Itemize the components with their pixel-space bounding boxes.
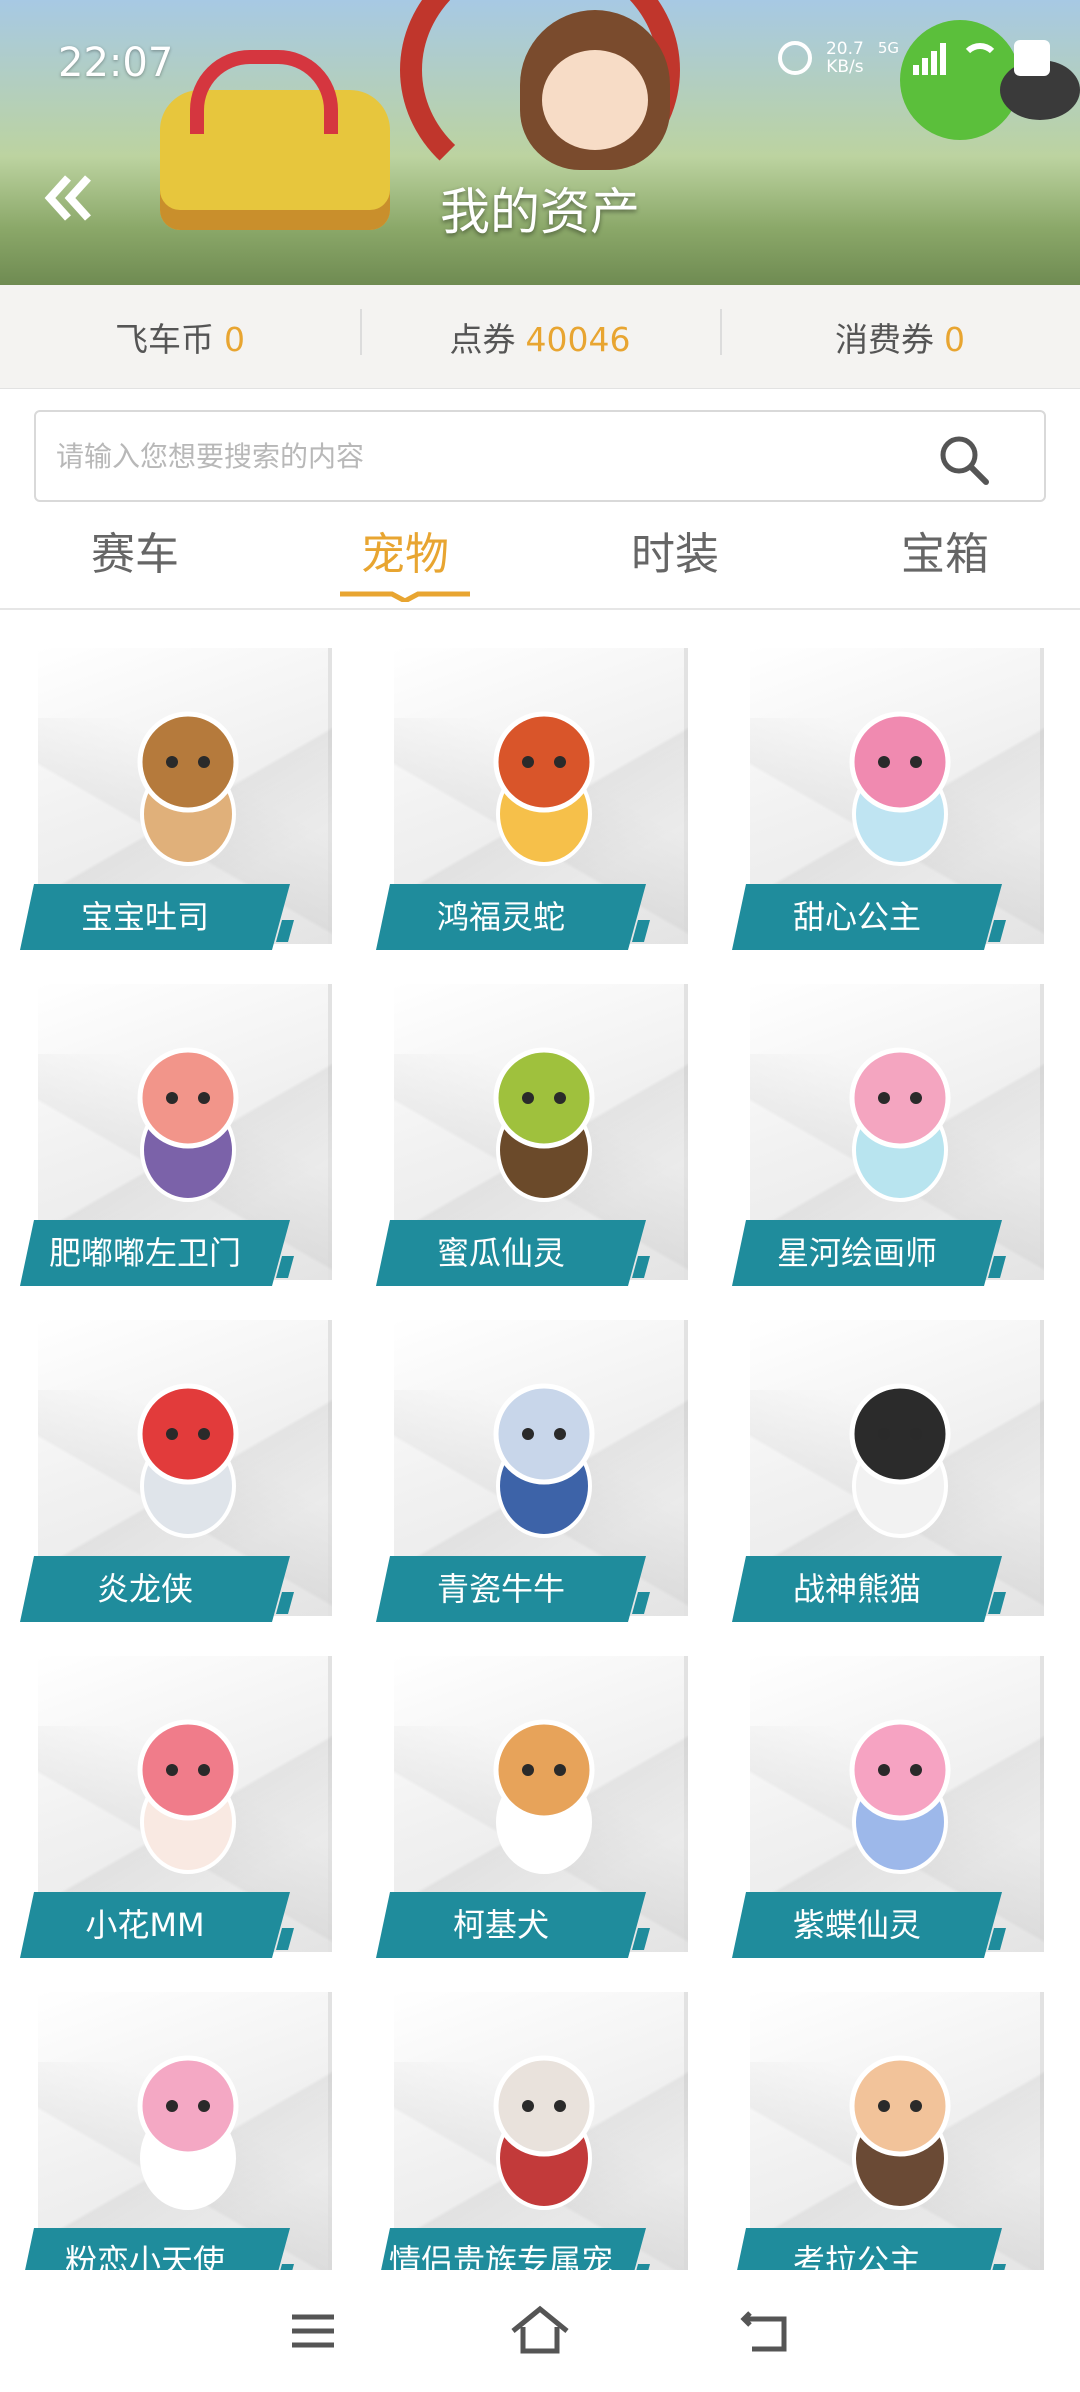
flame-hero-icon	[137, 1383, 239, 1538]
melon-sprite-icon	[493, 1047, 595, 1202]
pet-card[interactable]: 考拉公主	[732, 1992, 1044, 2302]
battery-icon	[1014, 40, 1050, 76]
pet-card[interactable]: 柯基犬	[376, 1656, 688, 1966]
butterfly-fairy-icon	[849, 1719, 951, 1874]
network-speed: 20.7 KB/s	[826, 40, 864, 76]
header-banner: 22:07 20.7 KB/s 5G 我的资产	[0, 0, 1080, 285]
pet-name: 战神熊猫	[732, 1556, 1002, 1622]
pet-name: 炎龙侠	[20, 1556, 290, 1622]
pet-card[interactable]: 蜜瓜仙灵	[376, 984, 688, 1294]
asset-label: 消费券	[835, 319, 934, 359]
pet-card[interactable]: 宝宝吐司	[20, 648, 332, 958]
pig-character-icon	[137, 1047, 239, 1202]
pink-angel-icon	[137, 2055, 239, 2210]
corgi-dog-icon	[493, 1719, 595, 1874]
category-tabs: 赛车 宠物 时装 宝箱	[0, 510, 1080, 610]
pet-card[interactable]: 星河绘画师	[732, 984, 1044, 1294]
alarm-icon	[777, 41, 812, 75]
pet-name: 宝宝吐司	[20, 884, 290, 950]
pet-name: 星河绘画师	[732, 1220, 1002, 1286]
pet-name: 鸿福灵蛇	[376, 884, 646, 950]
pet-card[interactable]: 青瓷牛牛	[376, 1320, 688, 1630]
network-speed-unit: KB/s	[826, 57, 864, 77]
search-box	[34, 410, 1046, 502]
pet-grid: 宝宝吐司 鸿福灵蛇 甜心公主肥嘟嘟左卫门 蜜瓜仙灵 星河绘画师炎龙侠 青瓷牛牛 战神熊猫小花…	[20, 648, 1060, 2302]
pet-card[interactable]: 小花MM	[20, 1656, 332, 1966]
asset-dianquan: 点券 40046	[360, 308, 720, 361]
pet-name: 蜜瓜仙灵	[376, 1220, 646, 1286]
lucky-snake-icon	[493, 711, 595, 866]
pet-card[interactable]: 鸿福灵蛇	[376, 648, 688, 958]
tab-label: 赛车	[91, 529, 179, 580]
pet-name: 紫蝶仙灵	[732, 1892, 1002, 1958]
asset-feiche-coin: 飞车币 0	[0, 313, 360, 361]
star-painter-icon	[849, 1047, 951, 1202]
home-icon[interactable]	[505, 2301, 575, 2361]
banner-character-art	[520, 10, 670, 170]
pet-card[interactable]: 炎龙侠	[20, 1320, 332, 1630]
pet-name: 小花MM	[20, 1892, 290, 1958]
tab-pets[interactable]: 宠物	[270, 510, 540, 608]
sweet-princess-icon	[849, 711, 951, 866]
asset-value: 40046	[525, 319, 631, 359]
back-icon[interactable]	[732, 2301, 802, 2361]
tab-fashion[interactable]: 时装	[540, 510, 810, 608]
panda-warrior-icon	[849, 1383, 951, 1538]
page-title: 我的资产	[440, 183, 640, 241]
menu-icon[interactable]	[278, 2301, 348, 2361]
pet-name: 柯基犬	[376, 1892, 646, 1958]
asset-xiaofeiquan: 消费券 0	[720, 308, 1080, 361]
tab-label: 时装	[631, 529, 719, 580]
tab-label: 宠物	[361, 529, 449, 580]
asset-value: 0	[944, 319, 965, 359]
flower-girl-icon	[137, 1719, 239, 1874]
system-nav-bar	[0, 2270, 1080, 2392]
pet-card[interactable]: 紫蝶仙灵	[732, 1656, 1044, 1966]
pet-card[interactable]: 粉恋小天使	[20, 1992, 332, 2302]
search-input[interactable]	[56, 412, 936, 500]
search-icon[interactable]	[934, 430, 994, 490]
tab-label: 宝箱	[901, 529, 989, 580]
pet-card[interactable]: 战神熊猫	[732, 1320, 1044, 1630]
tab-cars[interactable]: 赛车	[0, 510, 270, 608]
koala-princess-icon	[849, 2055, 951, 2210]
pet-name: 肥嘟嘟左卫门	[20, 1220, 290, 1286]
pet-card[interactable]: 甜心公主	[732, 648, 1044, 958]
network-type: 5G	[877, 39, 899, 57]
porcelain-cow-icon	[493, 1383, 595, 1538]
pet-name: 青瓷牛牛	[376, 1556, 646, 1622]
signal-icon	[913, 41, 946, 75]
pet-card[interactable]: 肥嘟嘟左卫门	[20, 984, 332, 1294]
asset-label: 点券	[449, 319, 516, 359]
status-time: 22:07	[58, 40, 174, 86]
asset-label: 飞车币	[115, 319, 214, 359]
toast-cookie-icon	[137, 711, 239, 866]
network-speed-value: 20.7	[825, 39, 864, 59]
pet-name: 甜心公主	[732, 884, 1002, 950]
pet-card[interactable]: 情侣贵族专属宠	[376, 1992, 688, 2302]
tab-chests[interactable]: 宝箱	[810, 510, 1080, 608]
asset-value: 0	[224, 319, 245, 359]
assets-bar: 飞车币 0 点券 40046 消费券 0	[0, 285, 1080, 389]
couple-noble-pet-icon	[493, 2055, 595, 2210]
status-icons: 20.7 KB/s 5G	[777, 39, 1050, 76]
active-tab-indicator	[340, 591, 470, 602]
wifi-icon	[960, 43, 1000, 73]
